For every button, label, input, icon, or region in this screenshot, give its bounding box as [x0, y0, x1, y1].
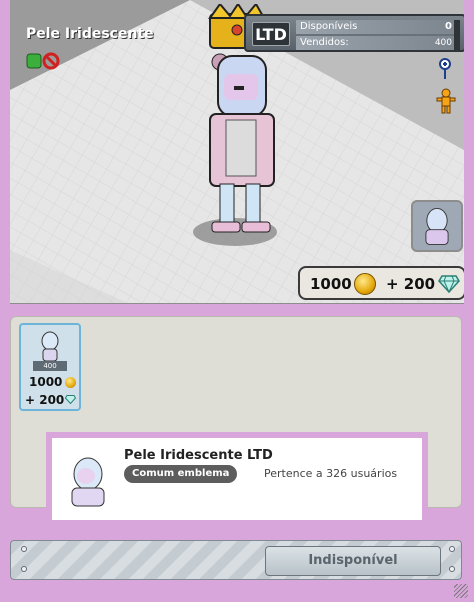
ltd-scrollbar	[454, 20, 460, 50]
ltd-info-box: LTD Disponíveis 0 Vendidos: 400	[244, 14, 464, 52]
ltd-available-row: Disponíveis 0	[296, 20, 458, 34]
rarity-badge: Comum emblema	[124, 465, 238, 483]
ltd-available-label: Disponíveis	[300, 21, 358, 32]
ltd-sold-row: Vendidos: 400	[296, 36, 458, 50]
zoom-in-icon[interactable]	[438, 58, 452, 80]
avatar-icon[interactable]	[436, 88, 456, 114]
purchase-bar: Indisponível	[10, 540, 462, 580]
ltd-sold-value: 400	[434, 38, 452, 48]
diamond-icon	[438, 275, 460, 293]
ltd-badge: LTD	[252, 22, 290, 46]
ltd-sold-label: Vendidos:	[300, 37, 349, 48]
product-title: Pele Iridescente	[26, 26, 154, 42]
tooltip-body: Pele Iridescente LTD Comum emblema Perte…	[52, 438, 422, 520]
product-thumbnail[interactable]	[411, 200, 463, 252]
grid-item-credits: 1000	[29, 375, 63, 389]
coin-icon	[65, 377, 76, 388]
grid-item-diamonds: + 200	[25, 393, 65, 407]
grid-item[interactable]: 400 1000 + 200	[19, 323, 81, 411]
price-credits: 1000	[310, 275, 352, 293]
price-diamonds: + 200	[386, 275, 436, 293]
bolt-icon	[21, 566, 27, 572]
item-tooltip: Pele Iridescente LTD Comum emblema Perte…	[46, 432, 428, 526]
catalog-window: Pele Iridescente LTD Disponíveis 0 Vendi…	[0, 0, 474, 602]
grid-item-limited-tag: 400	[33, 361, 67, 371]
no-trade-icon	[26, 52, 60, 70]
coin-icon	[354, 273, 376, 295]
bolt-icon	[21, 546, 27, 552]
room-preview: Pele Iridescente LTD Disponíveis 0 Vendi…	[10, 0, 464, 304]
diamond-icon	[65, 395, 76, 404]
resize-handle[interactable]	[454, 584, 468, 598]
badge-image	[71, 457, 105, 507]
price-display: 1000 + 200	[298, 266, 464, 300]
tooltip-title: Pele Iridescente LTD	[124, 448, 273, 463]
buy-button[interactable]: Indisponível	[265, 546, 441, 576]
bolt-icon	[449, 546, 455, 552]
ltd-available-value: 0	[445, 21, 452, 32]
bolt-icon	[449, 566, 455, 572]
owners-count: Pertence a 326 usuários	[264, 467, 398, 480]
